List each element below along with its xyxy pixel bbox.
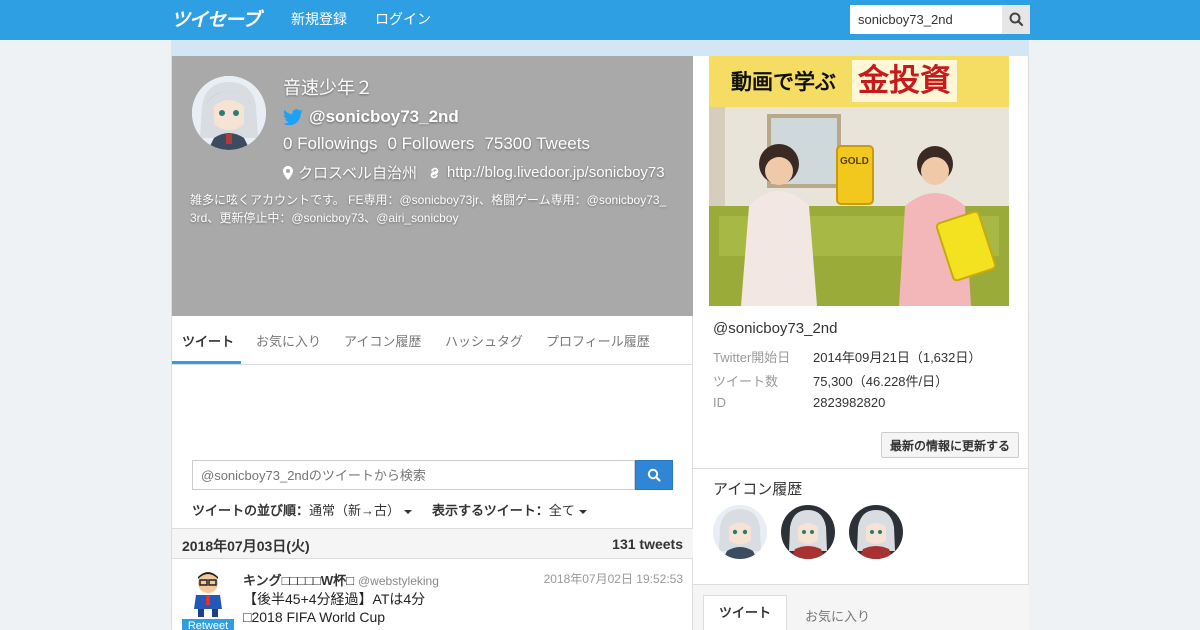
tweet-search-input[interactable] [192,460,635,490]
twitter-bird-icon [283,108,303,125]
tweets-count[interactable]: 75300 Tweets [484,134,590,154]
info-value: 75,300（46.228件/日） [813,374,949,389]
profile-meta: クロスベル自治州 http://blog.livedoor.jp/sonicbo… [283,162,665,183]
tweet-username: キング□□□□□W杯□ [243,573,354,588]
icon-history-title: アイコン履歴 [713,481,803,498]
tab-tweets[interactable]: ツイート [182,331,234,350]
search-icon [647,468,661,482]
avatar-illustration [781,505,835,559]
tweet-count-label: 131 tweets [612,536,683,552]
profile-column: 音速少年２ @sonicboy73_2nd 0 Followings 0 Fol… [171,56,693,630]
top-navbar: ツイセーブ 新規登録 ログイン [0,0,1200,40]
show-filter-value: 全て [548,503,575,518]
icon-history-avatar[interactable] [713,505,767,559]
tweet-line: □2018 FIFA World Cup [243,609,386,625]
info-column: 動画で学ぶ 金投資 GOLD @sonicboy73_2nd Twitter開始… [693,56,1029,630]
tweet-line: 【後半45+4分経過】ATは4分 [243,591,426,607]
date-header: 2018年07月03日(火) 131 tweets [172,528,693,559]
profile-location: クロスベル自治州 [298,165,417,182]
avatar[interactable] [192,76,266,150]
info-handle: @sonicboy73_2nd [713,320,838,337]
tweet-avatar[interactable] [184,569,232,617]
tab-icon-history[interactable]: アイコン履歴 [344,331,421,350]
avatar-illustration [849,505,903,559]
retweet-badge: Retweet [182,619,234,630]
profile-counts: 0 Followings 0 Followers 75300 Tweets [283,134,590,154]
tweet-user[interactable]: キング□□□□□W杯□ @webstyleking [243,570,439,589]
tab-profile-history[interactable]: プロフィール履歴 [546,331,650,350]
secondary-tabs: ツイート お気に入り [693,584,1029,630]
profile-tabs: ツイート お気に入り アイコン履歴 ハッシュタグ プロフィール履歴 [172,316,693,365]
tweet-timestamp[interactable]: 2018年07月02日 19:52:53 [544,570,683,587]
sort-controls: ツイートの並び順：通常（新→古） 表示するツイート：全て [192,500,587,519]
advertisement[interactable]: 動画で学ぶ 金投資 GOLD [709,56,1009,306]
search-button[interactable] [1002,5,1030,34]
sort-order-dropdown[interactable]: ツイートの並び順：通常（新→古） [192,500,413,519]
show-filter-label: 表示するツイート： [432,503,549,518]
tweet-text: 【後半45+4分経過】ATは4分 □2018 FIFA World Cup [243,590,673,626]
info-value: 2823982820 [813,395,886,410]
site-logo[interactable]: ツイセーブ [171,9,261,31]
avatar-illustration [713,505,767,559]
ad-headline-b: 金投資 [852,60,957,102]
icon-history-avatar[interactable] [849,505,903,559]
ad-strip [171,40,1029,56]
tweet-handle: @webstyleking [358,574,439,588]
profile-cover: 音速少年２ @sonicboy73_2nd 0 Followings 0 Fol… [172,56,693,316]
avatar-illustration [192,76,266,150]
tweet-avatar-illustration [184,569,232,617]
login-link[interactable]: ログイン [375,11,431,29]
info-key: Twitter開始日 [713,350,791,365]
search-icon [1009,12,1024,27]
tweet-search-button[interactable] [635,460,673,490]
tab-favorites-secondary[interactable]: お気に入り [805,606,870,625]
profile-handle-row: @sonicboy73_2nd [283,105,459,129]
ad-headline-a: 動画で学ぶ [731,70,836,94]
location-pin-icon [283,165,293,180]
caret-down-icon [404,509,413,514]
search-input[interactable] [850,5,1002,34]
profile-name: 音速少年２ [283,78,373,98]
divider [693,468,1029,469]
followings-count[interactable]: 0 Followings [283,134,378,154]
info-key: ツイート数 [713,374,779,389]
sort-order-label: ツイートの並び順： [192,503,310,518]
show-filter-dropdown[interactable]: 表示するツイート：全て [432,500,587,519]
sort-order-value: 通常（新→古） [309,503,401,518]
signup-link[interactable]: 新規登録 [291,11,347,29]
link-icon [430,167,439,178]
tweet-item[interactable]: Retweet キング□□□□□W杯□ @webstyleking 2018年07… [172,559,693,630]
caret-down-icon [578,509,587,514]
tab-hashtags[interactable]: ハッシュタグ [445,331,523,350]
date-label: 2018年07月03日(火) [182,538,310,554]
tab-favorites[interactable]: お気に入り [256,331,321,350]
icon-history-avatar[interactable] [781,505,835,559]
profile-handle: @sonicboy73_2nd [309,107,459,126]
info-value: 2014年09月21日（1,632日） [813,350,982,365]
refresh-button[interactable]: 最新の情報に更新する [881,432,1019,458]
active-tab-indicator [172,361,241,364]
followers-count[interactable]: 0 Followers [388,134,475,154]
profile-url[interactable]: http://blog.livedoor.jp/sonicboy73 [447,164,665,181]
profile-bio: 雑多に呟くアカウントです。 FE専用：@sonicboy73jr、格闘ゲーム専用… [190,193,667,225]
info-key: ID [713,395,726,410]
tab-tweets-secondary[interactable]: ツイート [703,595,787,630]
ad-gold-label: GOLD [840,156,869,167]
